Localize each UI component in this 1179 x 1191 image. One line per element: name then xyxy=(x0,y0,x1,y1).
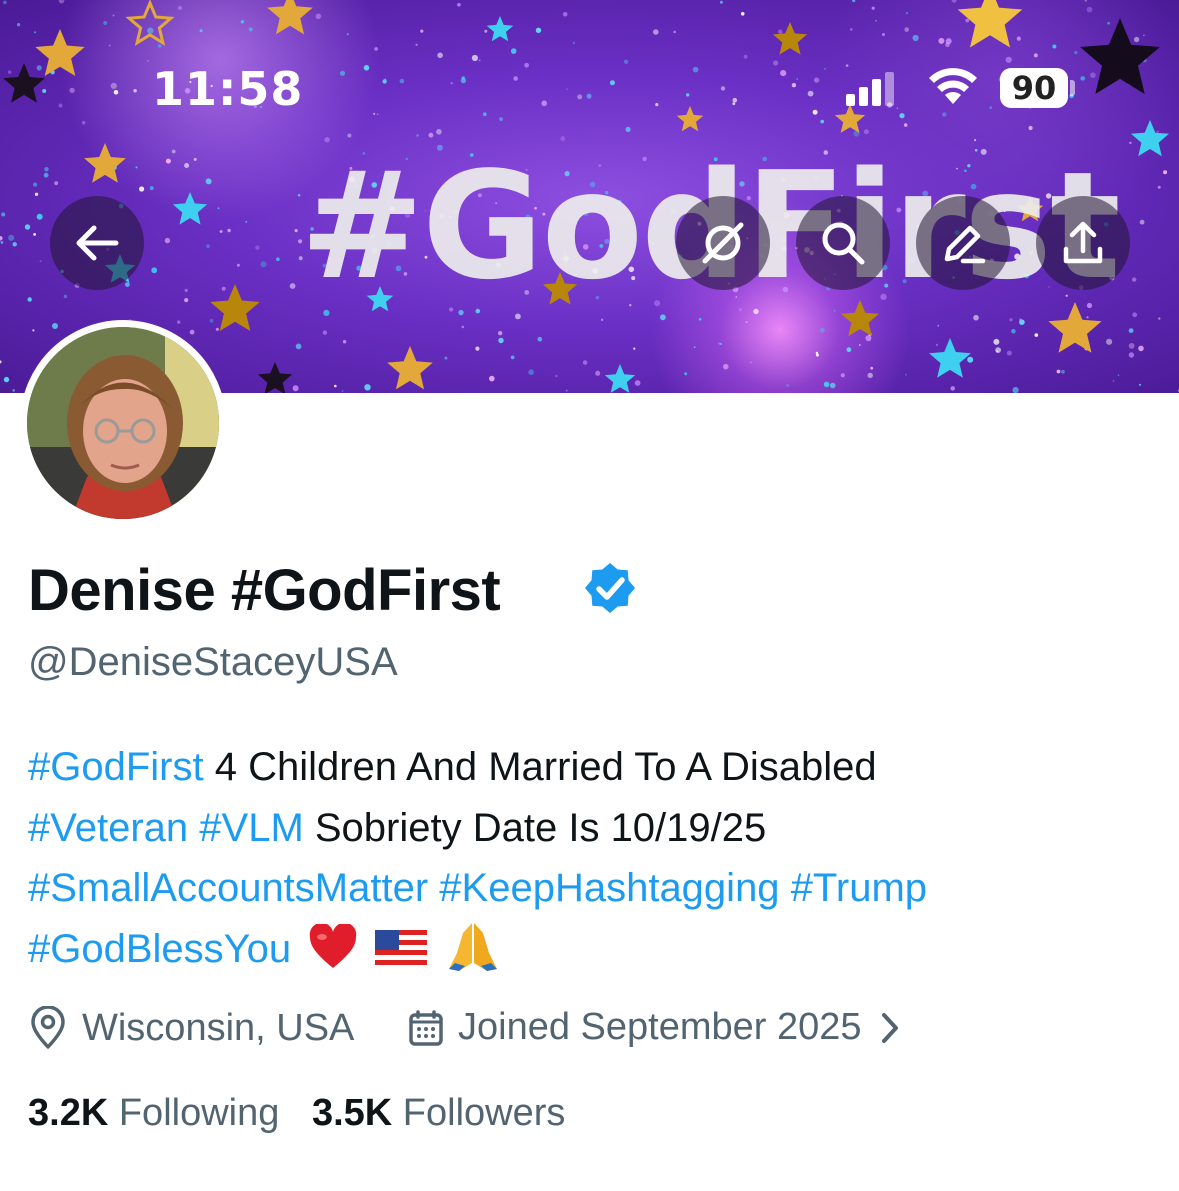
bio-line: #SmallAccountsMatter #KeepHashtagging #T… xyxy=(28,858,1148,919)
red-heart-emoji xyxy=(308,921,358,982)
bio-text xyxy=(188,806,199,850)
hashtag-link[interactable]: #GodBlessYou xyxy=(28,927,291,971)
joined-date[interactable]: Joined September 2025 xyxy=(408,1006,902,1049)
cellular-signal-icon xyxy=(846,72,894,106)
bio-line: #GodBlessYou xyxy=(28,919,1148,980)
avatar[interactable] xyxy=(27,327,219,519)
chevron-right-icon xyxy=(881,1012,898,1043)
grok-icon xyxy=(702,222,744,264)
back-button[interactable] xyxy=(50,196,144,290)
bio-line: #GodFirst 4 Children And Married To A Di… xyxy=(28,737,1148,798)
search-button[interactable] xyxy=(796,196,890,290)
share-icon xyxy=(1063,221,1103,264)
calendar-icon xyxy=(409,1009,443,1046)
wifi-icon xyxy=(929,68,977,104)
followers-label: Followers xyxy=(402,1092,566,1134)
battery-icon: 90 xyxy=(1000,68,1068,108)
edit-button[interactable] xyxy=(916,196,1010,290)
profile-handle: @DeniseStaceyUSA xyxy=(28,640,398,684)
status-time: 11:58 xyxy=(152,62,304,116)
following-label: Following xyxy=(118,1092,280,1134)
location: Wisconsin, USA xyxy=(28,1006,354,1050)
profile-banner[interactable]: #GodFirst xyxy=(0,0,1179,393)
location-pin-icon xyxy=(31,1006,65,1049)
hashtag-link[interactable]: #KeepHashtagging xyxy=(439,866,779,910)
followers-count: 3.5K xyxy=(311,1092,393,1134)
hashtag-link[interactable]: #Trump xyxy=(791,866,927,910)
location-text: Wisconsin, USA xyxy=(82,1006,355,1049)
bio-text xyxy=(428,866,439,910)
grok-button[interactable] xyxy=(676,196,770,290)
bio-text xyxy=(780,866,791,910)
hashtag-link[interactable]: #VLM xyxy=(199,806,304,850)
follow-stats: 3.2K Following 3.5K Followers xyxy=(28,1092,565,1135)
hashtag-link[interactable]: #GodFirst xyxy=(28,745,204,789)
us-flag-emoji xyxy=(375,921,428,982)
followers-link[interactable]: 3.5K Followers xyxy=(312,1092,565,1134)
display-name: Denise #GodFirst xyxy=(28,558,501,623)
praying-hands-emoji xyxy=(445,919,501,983)
avatar-photo xyxy=(27,327,219,519)
following-count: 3.2K xyxy=(28,1092,109,1134)
share-button[interactable] xyxy=(1036,196,1130,290)
hashtag-link[interactable]: #Veteran xyxy=(28,806,188,850)
hashtag-link[interactable]: #SmallAccountsMatter xyxy=(28,866,428,910)
verified-badge-icon[interactable] xyxy=(584,562,636,614)
search-icon xyxy=(822,222,865,265)
bio-text: Sobriety Date Is 10/19/25 xyxy=(303,805,767,850)
bio-text: 4 Children And Married To A Disabled xyxy=(203,745,877,789)
bio-line: #Veteran #VLM Sobriety Date Is 10/19/25 xyxy=(28,798,1148,859)
battery-nub xyxy=(1070,80,1075,96)
profile-bio: #GodFirst 4 Children And Married To A Di… xyxy=(28,737,1148,979)
following-link[interactable]: 3.2K Following xyxy=(28,1092,290,1134)
joined-text: Joined September 2025 xyxy=(458,1006,862,1048)
back-arrow-icon xyxy=(76,225,119,261)
edit-icon xyxy=(944,225,986,264)
